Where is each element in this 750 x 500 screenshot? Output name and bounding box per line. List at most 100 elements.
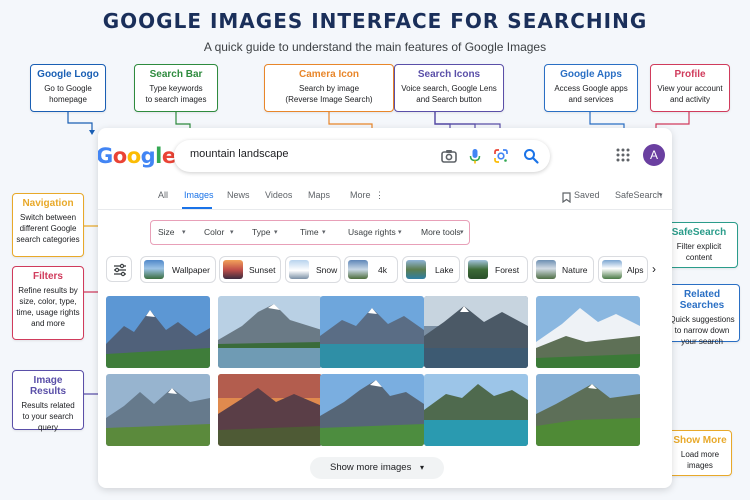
image-result[interactable] (106, 296, 210, 368)
filter-size[interactable]: Size (158, 227, 175, 237)
image-result[interactable] (320, 374, 424, 446)
related-label: Wallpaper (172, 265, 210, 275)
saved-link[interactable]: Saved (574, 190, 600, 200)
chip-thumbnail (602, 260, 622, 279)
image-result[interactable] (424, 374, 528, 446)
related-chip-snow[interactable]: Snow (285, 256, 341, 283)
google-lens-icon[interactable] (492, 147, 510, 165)
callout-desc-line: Type keywords (149, 84, 203, 93)
tune-icon (114, 263, 126, 277)
chevron-down-icon: ▾ (274, 229, 278, 236)
callout-desc-line: (Reverse Image Search) (285, 95, 373, 104)
callout-desc-line: to narrow down (674, 326, 730, 335)
callout-desc-line: and services (568, 95, 614, 104)
tab-maps[interactable]: Maps (308, 190, 330, 200)
callout-desc-line: content (685, 253, 713, 262)
callout-search-icons: Search Icons Voice search, Google Lens a… (394, 64, 504, 112)
related-label: Snow (316, 265, 338, 275)
callout-title: Related Searches (679, 289, 725, 311)
logo-letter: o (112, 144, 127, 168)
callout-desc-line: your search (681, 337, 723, 346)
image-result[interactable] (218, 296, 322, 368)
callout-google-apps: Google Apps Access Google apps and servi… (544, 64, 638, 112)
chip-thumbnail (536, 260, 556, 279)
callout-desc-line: Switch between (19, 213, 77, 222)
chevron-right-icon[interactable]: › (652, 262, 656, 276)
tab-all[interactable]: All (158, 190, 168, 200)
filter-more-tools[interactable]: More tools (421, 227, 461, 237)
tab-videos[interactable]: Videos (265, 190, 292, 200)
image-result[interactable] (320, 296, 424, 368)
callout-profile: Profile View your account and activity (650, 64, 730, 112)
chevron-down-icon: ▾ (398, 229, 402, 236)
callout-title: SafeSearch (671, 227, 727, 238)
callout-desc-line: images (687, 461, 713, 470)
microphone-icon[interactable] (466, 147, 484, 165)
image-result[interactable] (106, 374, 210, 446)
callout-title: Google Logo (37, 69, 99, 80)
search-bar[interactable]: mountain landscape (174, 140, 550, 172)
chip-thumbnail (144, 260, 164, 279)
callout-title: Image Results (29, 375, 67, 397)
logo-letter: o (126, 144, 141, 168)
callout-title: Navigation (22, 198, 74, 209)
callout-image-results: Image Results Results related to your se… (12, 370, 84, 432)
callout-desc-line: Results related (21, 401, 75, 410)
chevron-down-icon: ▾ (322, 229, 326, 236)
related-label: Forest (495, 265, 520, 275)
callout-search-bar: Search Bar Type keywords to search image… (134, 64, 218, 112)
related-label: Sunset (249, 265, 276, 275)
callout-desc-line: search categories (16, 235, 80, 244)
google-apps-icon[interactable] (616, 148, 630, 167)
filter-time[interactable]: Time (300, 227, 319, 237)
image-result[interactable] (536, 374, 640, 446)
related-label: Lake (435, 265, 454, 275)
safesearch-menu[interactable]: SafeSearch (615, 190, 662, 200)
callout-title: Camera Icon (298, 69, 360, 80)
callout-title: Google Apps (560, 69, 622, 80)
callout-desc-line: Access Google apps (554, 84, 628, 93)
callout-desc-line: Search by image (298, 84, 360, 93)
callout-title: Search Icons (417, 69, 481, 80)
related-chip-wallpaper[interactable]: Wallpaper (140, 256, 216, 283)
camera-icon[interactable] (440, 147, 458, 165)
callout-title: Search Bar (149, 69, 203, 80)
google-logo[interactable]: Google (98, 144, 176, 168)
search-query[interactable]: mountain landscape (190, 148, 288, 160)
callout-desc-line: to search images (145, 95, 207, 104)
related-chip-forest[interactable]: Forest (464, 256, 528, 283)
profile-avatar[interactable]: A (643, 144, 665, 166)
related-chip-alps[interactable]: Alps (598, 256, 648, 283)
show-more-label: Show more images (330, 462, 412, 473)
callout-title: Filters (32, 271, 63, 282)
related-chip-lake[interactable]: Lake (402, 256, 460, 283)
callout-related-searches: Related Searches Quick suggestions to na… (664, 284, 740, 346)
callout-desc-line: query (37, 423, 58, 432)
callout-desc-line: to your search (22, 412, 74, 421)
callout-google-logo: Google Logo Go to Google homepage (30, 64, 106, 112)
chip-thumbnail (223, 260, 243, 279)
image-result[interactable] (424, 296, 528, 368)
filter-type[interactable]: Type (252, 227, 270, 237)
related-chip-4k[interactable]: 4k (344, 256, 398, 283)
tab-images[interactable]: Images (184, 190, 214, 200)
callout-desc-line: different Google (19, 224, 77, 233)
related-chip-sunset[interactable]: Sunset (219, 256, 281, 283)
chevron-down-icon: ▾ (460, 229, 464, 236)
chevron-down-icon: ▾ (419, 463, 424, 472)
callout-desc-line: and Search button (416, 95, 482, 104)
tab-more[interactable]: More (350, 190, 371, 200)
filter-usage-rights[interactable]: Usage rights (348, 227, 396, 237)
infographic-title: GOOGLE IMAGES INTERFACE FOR SEARCHING (102, 9, 648, 33)
related-chip-nature[interactable]: Nature (532, 256, 594, 283)
search-icon[interactable] (522, 147, 540, 165)
more-vertical-icon[interactable]: ⋮ (375, 190, 384, 201)
tune-button[interactable] (106, 256, 132, 282)
filter-color[interactable]: Color (204, 227, 224, 237)
chip-thumbnail (468, 260, 488, 279)
related-label: Nature (562, 265, 588, 275)
image-result[interactable] (218, 374, 322, 446)
show-more-button[interactable]: Show more images ▾ (310, 457, 444, 479)
image-result[interactable] (536, 296, 640, 368)
tab-news[interactable]: News (227, 190, 250, 200)
